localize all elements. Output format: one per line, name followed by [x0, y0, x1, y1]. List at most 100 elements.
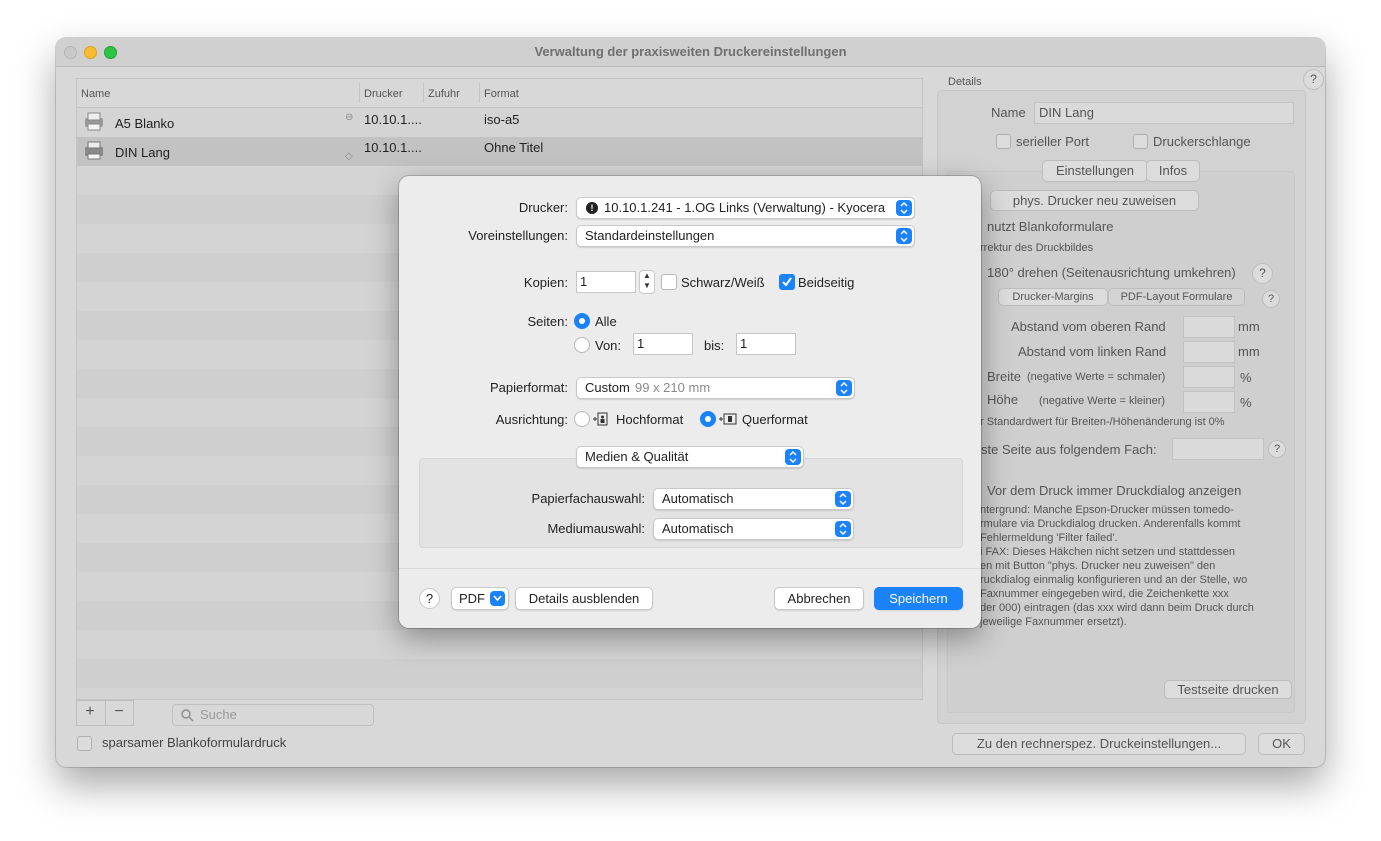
copies-field[interactable]: 1	[576, 271, 636, 293]
table-row[interactable]: A5 Blanko ⊖ 10.10.1.... iso-a5	[77, 108, 922, 137]
druckerschlange-checkbox[interactable]	[1133, 134, 1148, 149]
name-label: Name	[991, 105, 1026, 120]
from-label: Von:	[595, 338, 622, 353]
save-button[interactable]: Speichern	[874, 587, 963, 610]
pages-label: Seiten:	[527, 314, 568, 329]
first-page-help-button[interactable]: ?	[1268, 440, 1286, 458]
copies-stepper[interactable]: ▲ ▼	[639, 270, 655, 294]
column-header-name[interactable]: Name	[81, 88, 110, 100]
tab-einstellungen[interactable]: Einstellungen	[1042, 160, 1148, 182]
help-button[interactable]: ?	[419, 588, 440, 609]
reassign-printer-button[interactable]: phys. Drucker neu zuweisen	[990, 190, 1199, 211]
column-header-format[interactable]: Format	[484, 88, 519, 100]
to-field[interactable]: 1	[736, 333, 796, 355]
portrait-icon	[593, 412, 608, 426]
margins-help-button[interactable]: ?	[1262, 290, 1280, 308]
row-name: DIN Lang	[115, 145, 170, 160]
search-input[interactable]: Suche	[172, 704, 374, 726]
to-label: bis:	[704, 338, 725, 353]
duplex-checkbox[interactable]	[779, 274, 795, 290]
media-popup[interactable]: Automatisch	[653, 518, 854, 540]
rotate-label: 180° drehen (Seitenausrichtung umkehren)	[987, 265, 1236, 280]
computer-settings-button[interactable]: Zu den rechnerspez. Druckeinstellungen..…	[952, 733, 1246, 755]
row-format: Ohne Titel	[484, 140, 544, 155]
blank-forms-label: nutzt Blankoformulare	[987, 219, 1114, 234]
warning-icon: !	[586, 202, 598, 214]
remove-button[interactable]: −	[105, 701, 132, 725]
tray-popup[interactable]: Automatisch	[653, 488, 854, 510]
dialog-divider	[399, 568, 981, 569]
pages-range-radio[interactable]	[574, 337, 590, 353]
details-help-button[interactable]: ?	[1303, 69, 1324, 90]
row-format: iso-a5	[484, 112, 520, 127]
pdf-menu-button[interactable]: PDF	[451, 587, 509, 610]
top-margin-field[interactable]	[1183, 316, 1235, 338]
status-icon: ⊖	[345, 112, 354, 123]
settings-box: Einstellungen Infos phys. Drucker neu zu…	[947, 160, 1295, 713]
first-page-field[interactable]	[1172, 438, 1264, 460]
left-margin-label: Abstand vom linken Rand	[1018, 344, 1167, 359]
details-box: Name DIN Lang serieller Port Druckerschl…	[937, 90, 1306, 724]
popup-chevron-icon	[896, 200, 912, 216]
paper-popup[interactable]: Custom 99 x 210 mm	[576, 377, 855, 399]
presets-label: Voreinstellungen:	[468, 228, 568, 243]
correction-label: rrektur des Druckbildes	[980, 242, 1094, 254]
default-note: r Standardwert für Breiten-/Höhenänderun…	[980, 416, 1225, 428]
top-margin-label: Abstand vom oberen Rand	[1011, 319, 1166, 334]
rotate-help-button[interactable]: ?	[1252, 263, 1273, 284]
sparsam-checkbox[interactable]	[77, 736, 92, 751]
row-drucker: 10.10.1....	[364, 112, 422, 127]
druckerschlange-label: Druckerschlange	[1153, 134, 1251, 149]
popup-chevron-icon	[896, 228, 912, 244]
height-hint: (negative Werte = kleiner)	[1039, 395, 1166, 407]
table-row[interactable]: DIN Lang ◇ 10.10.1.... Ohne Titel	[77, 137, 922, 166]
sparsam-label: sparsamer Blankoformulardruck	[102, 735, 287, 750]
column-header-drucker[interactable]: Drucker	[364, 88, 403, 100]
ok-button[interactable]: OK	[1258, 733, 1305, 755]
add-remove-bar: + −	[76, 700, 134, 726]
presets-popup[interactable]: Standardeinstellungen	[576, 225, 915, 247]
from-field[interactable]: 1	[633, 333, 693, 355]
portrait-label: Hochformat	[616, 412, 684, 427]
name-field[interactable]: DIN Lang	[1034, 102, 1294, 124]
printer-popup[interactable]: ! 10.10.1.241 - 1.OG Links (Verwaltung) …	[576, 197, 915, 219]
paper-label: Papierformat:	[489, 380, 568, 395]
width-label: Breite	[987, 369, 1021, 384]
window-title: Verwaltung der praxisweiten Druckereinst…	[534, 44, 847, 59]
copies-label: Kopien:	[523, 275, 568, 290]
details-section-label: Details	[948, 76, 982, 88]
height-field[interactable]	[1183, 391, 1235, 413]
title-bar: Verwaltung der praxisweiten Druckereinst…	[56, 38, 1325, 67]
pages-all-radio[interactable]	[574, 313, 590, 329]
tab-infos[interactable]: Infos	[1146, 160, 1200, 182]
first-page-label: ste Seite aus folgendem Fach:	[981, 442, 1157, 457]
serial-port-checkbox[interactable]	[996, 134, 1011, 149]
bw-checkbox[interactable]	[661, 274, 677, 290]
dialog-check-label: Vor dem Druck immer Druckdialog anzeigen	[987, 483, 1242, 498]
tab-drucker-margins[interactable]: Drucker-Margins	[998, 288, 1108, 306]
duplex-label: Beidseitig	[798, 275, 855, 290]
section-popup[interactable]: Medien & Qualität	[576, 446, 804, 468]
hide-details-button[interactable]: Details ausblenden	[515, 587, 653, 610]
info-text: ntergrund: Manche Epson-Drucker müssen t…	[980, 504, 1254, 628]
print-dialog: Drucker: ! 10.10.1.241 - 1.OG Links (Ver…	[399, 176, 981, 628]
popup-chevron-icon	[836, 380, 852, 396]
paper-dims: 99 x 210 mm	[635, 380, 711, 395]
popup-chevron-icon	[835, 491, 851, 507]
add-button[interactable]: +	[77, 701, 103, 725]
test-print-button[interactable]: Testseite drucken	[1164, 680, 1292, 699]
media-label: Mediumauswahl:	[547, 521, 645, 536]
checkmark-icon	[782, 277, 792, 287]
search-placeholder: Suche	[200, 707, 237, 722]
left-margin-field[interactable]	[1183, 341, 1235, 363]
landscape-radio[interactable]	[700, 411, 716, 427]
tab-pdf-layout[interactable]: PDF-Layout Formulare	[1108, 288, 1245, 306]
height-label: Höhe	[987, 392, 1019, 407]
portrait-radio[interactable]	[574, 411, 590, 427]
cancel-button[interactable]: Abbrechen	[774, 587, 864, 610]
printer-icon	[85, 141, 103, 160]
landscape-icon	[719, 413, 737, 425]
column-header-zufuhr[interactable]: Zufuhr	[428, 88, 460, 100]
width-hint: (negative Werte = schmaler)	[1027, 371, 1166, 383]
width-field[interactable]	[1183, 366, 1235, 388]
